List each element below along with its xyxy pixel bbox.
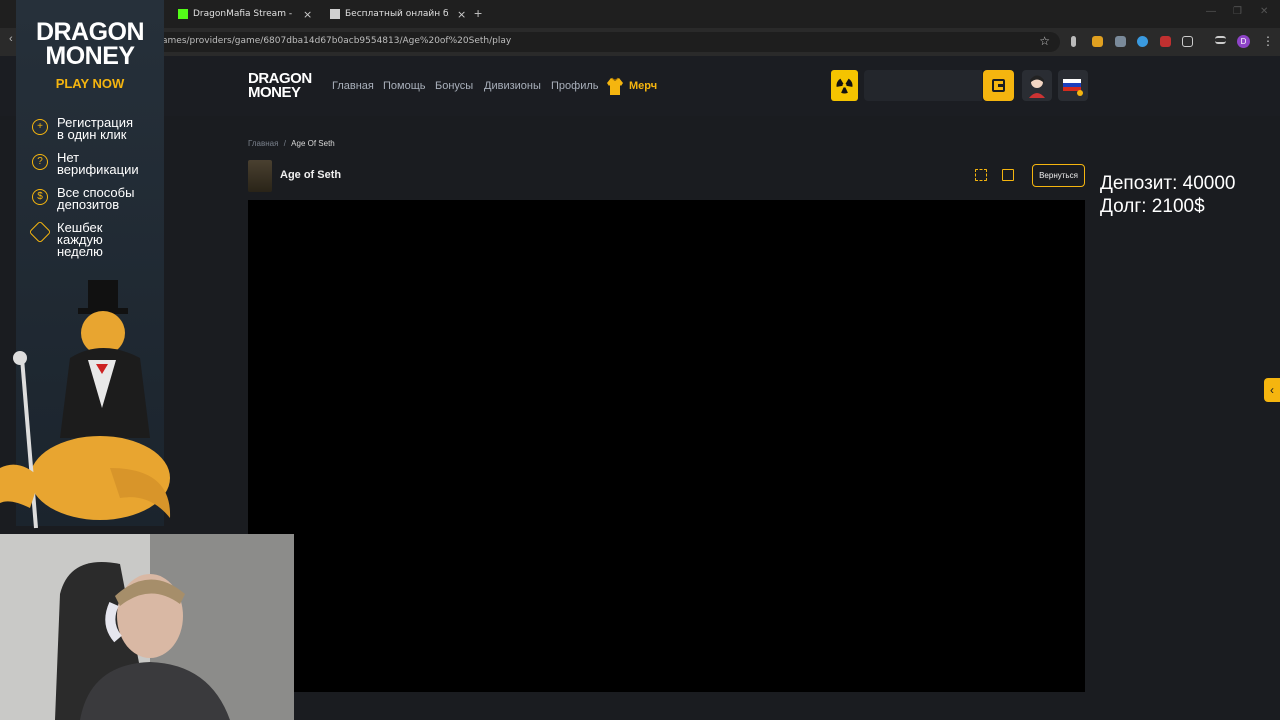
- nav-profile[interactable]: Профиль: [551, 80, 599, 92]
- nav-help[interactable]: Помощь: [383, 80, 426, 92]
- game-title: Age of Seth: [280, 169, 342, 181]
- feature-label: Все способы депозитов: [57, 185, 135, 212]
- dragon-mascot-illustration: [0, 280, 171, 529]
- feature-label: Регистрация в один клик: [57, 115, 133, 142]
- document-favicon-icon: [330, 9, 340, 19]
- game-frame[interactable]: [248, 200, 1085, 692]
- nav-divisions[interactable]: Дивизионы: [484, 80, 541, 92]
- coin-icon: $: [32, 189, 48, 205]
- close-window-icon[interactable]: ✕: [1260, 6, 1268, 17]
- plus-circle-icon: +: [32, 119, 48, 135]
- browser-toolbar: ames/providers/game/6807dba14d67b0acb955…: [0, 28, 1280, 56]
- question-circle-icon: ?: [32, 154, 48, 170]
- hoodie-icon: [607, 77, 623, 95]
- chevron-left-icon[interactable]: ‹: [1264, 378, 1280, 402]
- back-arrow-icon[interactable]: ‹: [9, 33, 13, 45]
- russia-flag-icon: [1063, 79, 1083, 96]
- profile-avatar[interactable]: D: [1237, 35, 1250, 48]
- wild-radiation-badge[interactable]: [831, 70, 858, 101]
- tab-notepad[interactable]: Бесплатный онлайн блокнот ×: [330, 3, 466, 25]
- close-tab-icon[interactable]: ×: [457, 8, 466, 21]
- back-button[interactable]: Вернуться: [1032, 164, 1085, 187]
- language-selector[interactable]: [1058, 70, 1088, 101]
- extensions-puzzle-icon[interactable]: [1182, 36, 1193, 47]
- extension-icon[interactable]: [1071, 36, 1076, 47]
- screen: DragonMafia Stream - Watch L × Бесплатны…: [0, 0, 1280, 720]
- reading-list-icon[interactable]: [1215, 36, 1226, 44]
- breadcrumb: Главная / Age Of Seth: [248, 139, 335, 148]
- feature-label: Кешбек каждую неделю: [57, 220, 103, 259]
- balance-display[interactable]: [864, 70, 982, 101]
- site-logo-text: DRAGON MONEY: [248, 70, 312, 101]
- banner-title: DRAGON MONEY: [35, 18, 145, 70]
- address-bar[interactable]: ames/providers/game/6807dba14d67b0acb955…: [150, 32, 1060, 52]
- radiation-icon: [836, 76, 853, 94]
- tab-dragonmafia-stream[interactable]: DragonMafia Stream - Watch L ×: [178, 3, 312, 25]
- kick-favicon-icon: [178, 9, 188, 19]
- extension-icon[interactable]: [1092, 36, 1103, 47]
- browser-tab-strip: DragonMafia Stream - Watch L × Бесплатны…: [0, 0, 1280, 28]
- user-avatar[interactable]: [1022, 70, 1052, 101]
- breadcrumb-separator: /: [283, 139, 286, 148]
- nav-merch[interactable]: Мерч: [629, 80, 657, 92]
- close-tab-icon[interactable]: ×: [303, 8, 312, 21]
- browser-menu-icon[interactable]: ⋮: [1262, 34, 1274, 48]
- nav-bonuses[interactable]: Бонусы: [435, 80, 473, 92]
- extension-icon[interactable]: [1160, 36, 1171, 47]
- page-bottom-area: [294, 692, 1280, 720]
- site-logo[interactable]: DRAGON MONEY: [248, 70, 312, 101]
- url-text: ames/providers/game/6807dba14d67b0acb955…: [162, 36, 512, 46]
- minimize-icon[interactable]: —: [1206, 6, 1216, 17]
- theater-mode-icon[interactable]: [1002, 169, 1014, 181]
- banner-play-now[interactable]: PLAY NOW: [16, 76, 164, 91]
- maximize-icon[interactable]: ❐: [1233, 6, 1242, 17]
- game-thumbnail: [248, 160, 272, 192]
- fullscreen-icon[interactable]: [975, 169, 987, 181]
- breadcrumb-home[interactable]: Главная: [248, 139, 278, 148]
- wallet-icon: [992, 79, 1005, 92]
- tab-title: DragonMafia Stream - Watch L: [193, 9, 295, 19]
- nav-home[interactable]: Главная: [332, 80, 374, 92]
- deposit-overlay: Депозит: 40000: [1100, 173, 1236, 194]
- extension-icon[interactable]: [1115, 36, 1126, 47]
- shield-check-icon: [28, 220, 52, 244]
- wallet-button[interactable]: [983, 70, 1014, 101]
- extension-icon[interactable]: [1137, 36, 1148, 47]
- new-tab-button[interactable]: +: [474, 5, 482, 21]
- breadcrumb-current: Age Of Seth: [291, 139, 335, 148]
- feature-label: Нет верификации: [57, 150, 139, 177]
- debt-overlay: Долг: 2100$: [1100, 196, 1205, 217]
- anime-avatar-icon: [1029, 75, 1045, 98]
- bookmark-star-icon[interactable]: ☆: [1039, 34, 1050, 48]
- webcam-feed: [0, 534, 294, 720]
- tab-title: Бесплатный онлайн блокнот: [345, 9, 449, 19]
